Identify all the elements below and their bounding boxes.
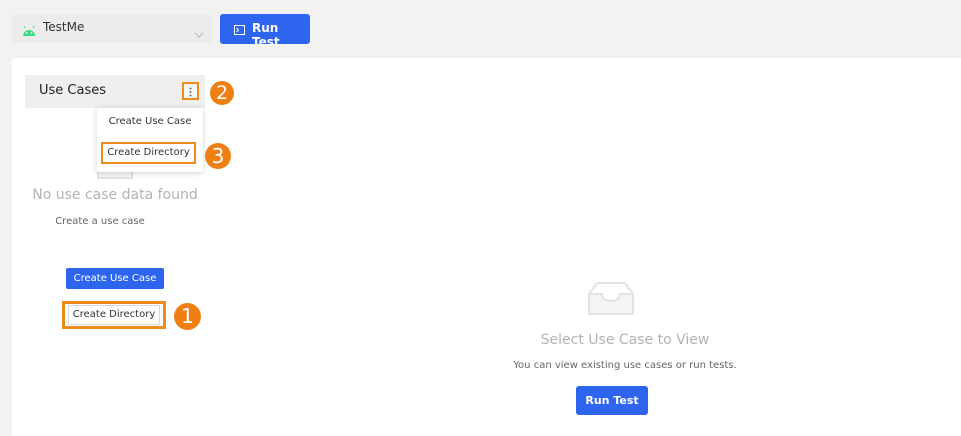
run-test-label: Run Test — [252, 21, 280, 49]
more-options-button[interactable] — [182, 82, 199, 100]
android-icon — [22, 22, 36, 41]
step-badge-1: 1 — [174, 303, 201, 330]
create-directory-label: Create Directory — [67, 305, 161, 325]
terminal-icon — [234, 24, 245, 38]
more-options-menu: Create Use Case Create Directory — [97, 108, 203, 172]
app-selector[interactable]: TestMe — [12, 14, 212, 43]
step-badge-3: 3 — [205, 143, 231, 169]
more-vertical-icon — [189, 87, 192, 97]
use-cases-title: Use Cases — [39, 83, 107, 98]
app-name: TestMe — [43, 20, 85, 34]
run-test-button-bottom[interactable]: Run Test — [576, 386, 648, 415]
run-test-button[interactable]: Run Test — [220, 14, 310, 49]
create-directory-button[interactable]: Create Directory — [62, 301, 166, 329]
step-badge-2: 2 — [210, 81, 234, 105]
menu-item-create-use-case[interactable]: Create Use Case — [97, 116, 203, 134]
use-cases-header: Use Cases — [25, 75, 205, 108]
empty-state-subtitle: Create a use case — [55, 216, 145, 227]
empty-inbox-icon — [583, 280, 639, 322]
detail-empty-subtitle: You can view existing use cases or run t… — [513, 360, 737, 371]
empty-state-title: No use case data found — [32, 187, 198, 203]
create-use-case-button[interactable]: Create Use Case — [66, 268, 164, 289]
chevron-down-icon — [194, 23, 204, 42]
menu-item-create-directory[interactable]: Create Directory — [101, 142, 196, 164]
detail-empty-title: Select Use Case to View — [540, 332, 710, 348]
